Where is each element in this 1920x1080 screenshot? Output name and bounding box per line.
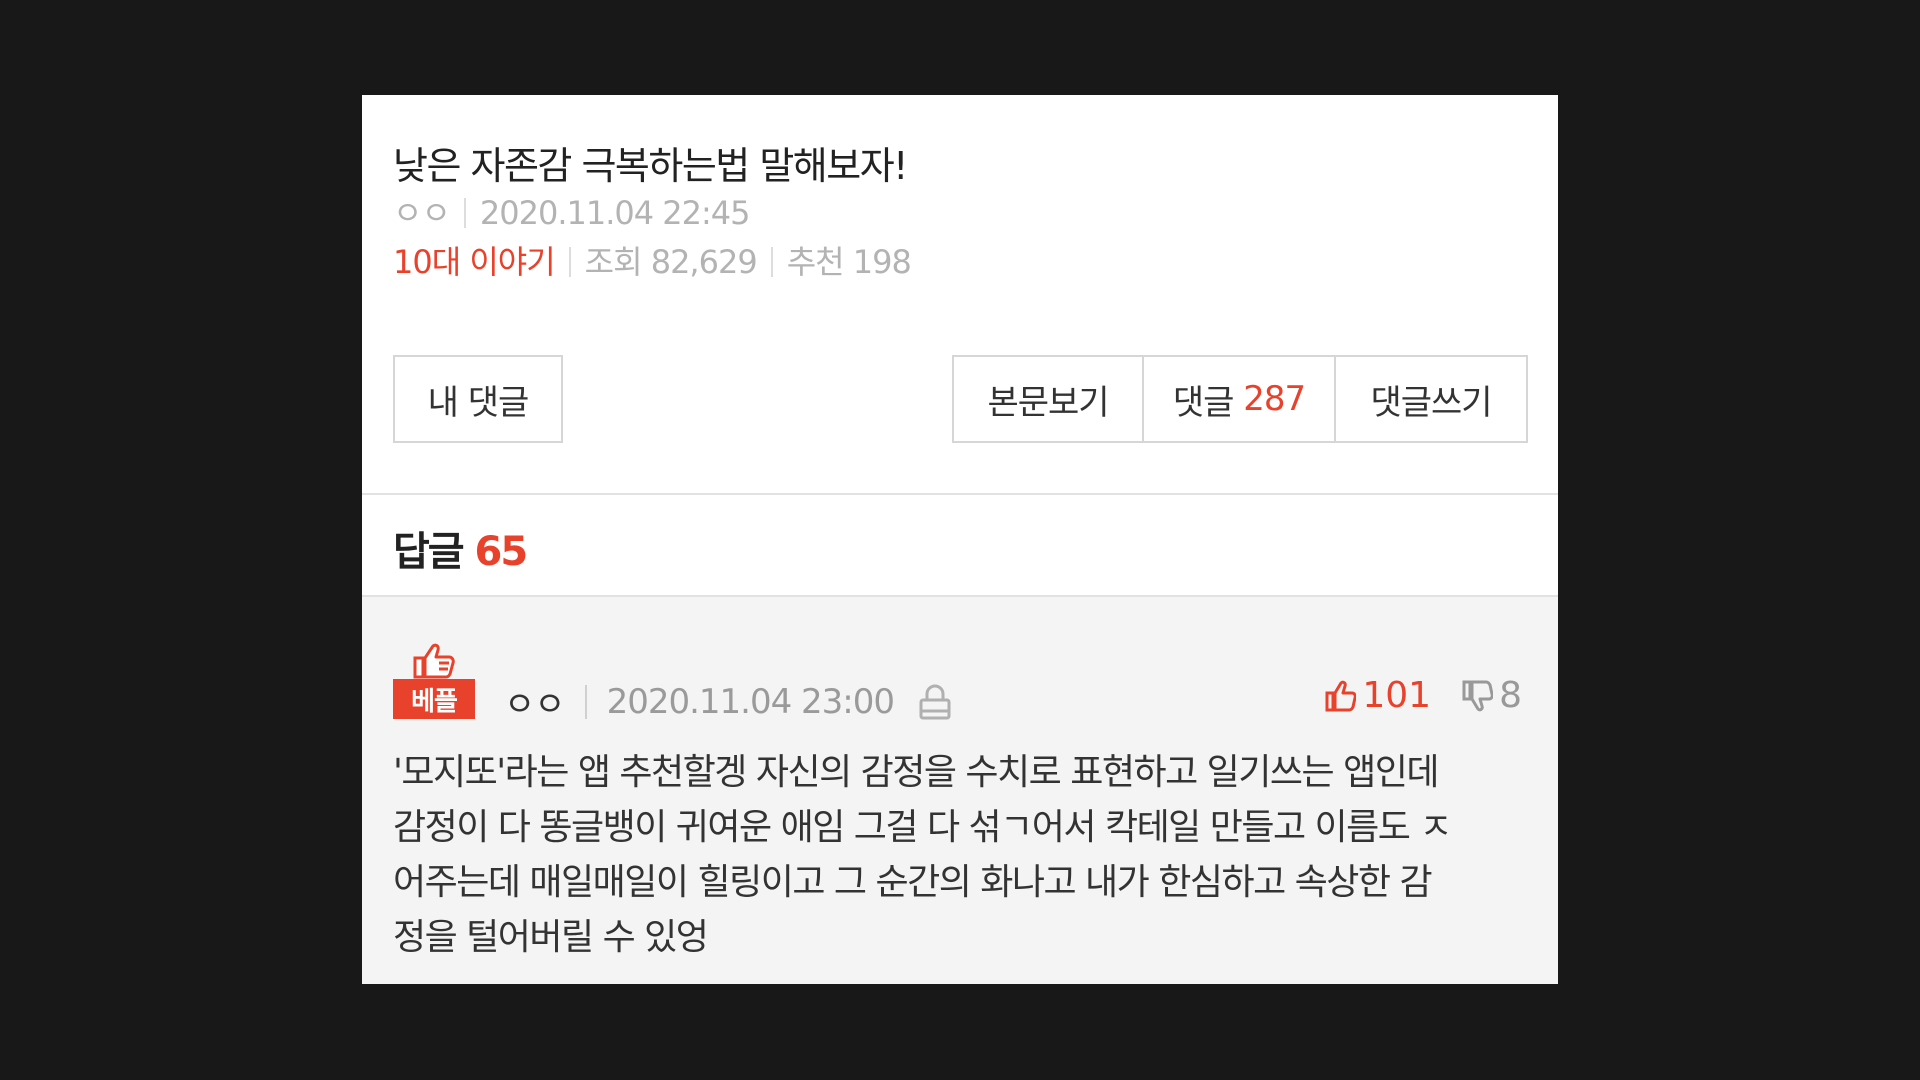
comments-button[interactable]: 댓글 287 (1144, 357, 1336, 441)
post-recommends: 추천 198 (786, 243, 912, 281)
replies-count: 65 (474, 529, 529, 575)
best-comment-label: 베플 (393, 679, 475, 719)
replies-heading: 답글 65 (393, 519, 529, 577)
best-comment-badge: 베플 (393, 643, 475, 723)
comment-meta: ㅇㅇ 2020.11.04 23:00 (504, 677, 952, 726)
post-date: 2020.11.04 22:45 (479, 194, 751, 232)
comment-body-line: 어주는데 매일매일이 힐링이고 그 순간의 화나고 내가 한심하고 속상한 감 (393, 862, 1433, 903)
view-body-button[interactable]: 본문보기 (954, 357, 1144, 441)
best-comment: 베플 ㅇㅇ 2020.11.04 23:00 101 8 '모지또'라는 앱 추… (362, 597, 1558, 984)
downvote-button[interactable]: 8 (1461, 675, 1522, 716)
meta-separator (463, 198, 466, 228)
section-divider (362, 493, 1558, 495)
post-header: 낮은 자존감 극복하는법 말해보자! ㅇㅇ 2020.11.04 22:45 10… (362, 95, 1558, 493)
write-comment-button[interactable]: 댓글쓰기 (1336, 357, 1526, 441)
comment-body-line: '모지또'라는 앱 추천할겡 자신의 감정을 수치로 표현하고 일기쓰는 앱인데 (393, 752, 1439, 793)
replies-label: 답글 (393, 529, 465, 575)
post-action-group: 본문보기 댓글 287 댓글쓰기 (952, 355, 1528, 443)
thumbs-down-icon (1462, 680, 1494, 711)
comments-count: 287 (1243, 379, 1306, 419)
comment-date: 2020.11.04 23:00 (606, 681, 895, 722)
meta-separator (770, 247, 773, 277)
downvote-count: 8 (1499, 675, 1522, 716)
post-category-link[interactable]: 10대 이야기 (393, 243, 556, 281)
post-author[interactable]: ㅇㅇ (393, 194, 451, 232)
comment-body-line: 감정이 다 똥글뱅이 귀여운 애임 그걸 다 섞ㄱ어서 칵테일 만들고 이름도 … (393, 807, 1452, 848)
comments-label: 댓글 (1172, 382, 1235, 423)
upvote-count: 101 (1362, 675, 1432, 716)
comment-votes: 101 8 (1324, 675, 1522, 716)
comment-body: '모지또'라는 앱 추천할겡 자신의 감정을 수치로 표현하고 일기쓰는 앱인데… (393, 745, 1533, 965)
thumbs-up-icon (1325, 680, 1357, 711)
upvote-button[interactable]: 101 (1324, 675, 1431, 716)
lock-icon (919, 684, 951, 719)
post-title: 낮은 자존감 극복하는법 말해보자! (393, 144, 908, 188)
post-card: 낮은 자존감 극복하는법 말해보자! ㅇㅇ 2020.11.04 22:45 10… (362, 95, 1558, 984)
meta-separator (568, 247, 571, 277)
comment-author[interactable]: ㅇㅇ (504, 677, 566, 726)
post-meta-author-date: ㅇㅇ 2020.11.04 22:45 (393, 188, 750, 234)
post-views: 조회 82,629 (584, 243, 758, 281)
meta-separator (584, 684, 587, 719)
thumbs-up-icon (413, 643, 455, 679)
post-meta-stats: 10대 이야기 조회 82,629 추천 198 (393, 237, 912, 283)
comment-body-line: 정을 털어버릴 수 있엉 (393, 917, 709, 958)
my-comments-button[interactable]: 내 댓글 (393, 355, 563, 443)
